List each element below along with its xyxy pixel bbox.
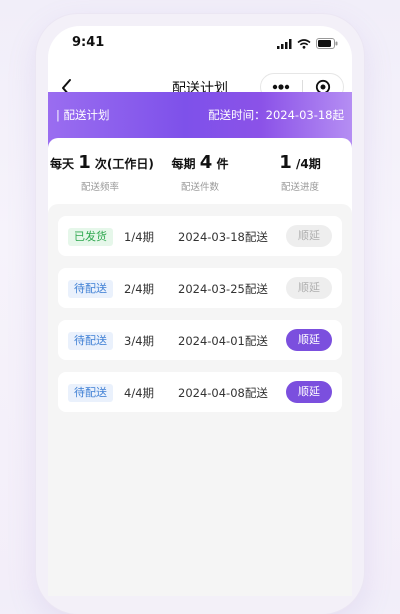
delivery-period: 2/4期: [124, 282, 155, 296]
status-tag: 待配送: [68, 384, 113, 402]
stat-suffix: 次(工作日): [94, 157, 154, 171]
delivery-row: 待配送 3/4期 2024-04-01配送 顺延: [58, 320, 342, 360]
delivery-date: 2024-03-25配送: [178, 282, 268, 296]
stat-progress: 1 /4期 配送进度: [250, 152, 350, 193]
stat-value: 每天 1 次(工作日): [50, 152, 154, 173]
postpone-button[interactable]: 顺延: [286, 329, 332, 351]
battery-icon: [316, 38, 338, 49]
banner-label: | 配送计划: [56, 108, 110, 122]
stat-prefix: 每期: [171, 157, 196, 171]
stat-value: 1 /4期: [250, 152, 350, 173]
delivery-row: 待配送 4/4期 2024-04-08配送 顺延: [58, 372, 342, 412]
stat-value: 每期 4 件: [150, 152, 250, 173]
delivery-date: 2024-04-01配送: [178, 334, 268, 348]
banner-date: 配送时间：2024-03-18起: [208, 108, 344, 122]
status-tag: 待配送: [68, 280, 113, 298]
status-icons: [277, 38, 338, 49]
stats-card: 每天 1 次(工作日) 配送频率 每期 4 件 配送件数 1 /4期 配送进度: [48, 138, 352, 214]
status-tag: 已发货: [68, 228, 113, 246]
stat-number: 4: [199, 152, 213, 173]
stat-caption: 配送进度: [280, 182, 319, 193]
delivery-period: 3/4期: [124, 334, 155, 348]
status-time: 9:41: [72, 35, 105, 50]
wifi-icon: [297, 38, 311, 49]
postpone-button[interactable]: 顺延: [286, 225, 332, 247]
stat-number: 1: [279, 152, 292, 173]
more-dots-icon: [273, 84, 290, 90]
stat-frequency: 每天 1 次(工作日) 配送频率: [50, 152, 154, 193]
delivery-list: 已发货 1/4期 2024-03-18配送 顺延 待配送 2/4期 2024-0…: [48, 204, 352, 596]
delivery-date: 2024-03-18配送: [178, 230, 268, 244]
delivery-row: 已发货 1/4期 2024-03-18配送 顺延: [58, 216, 342, 256]
status-bar: 9:41: [48, 26, 352, 60]
delivery-period: 4/4期: [124, 386, 155, 400]
postpone-button[interactable]: 顺延: [286, 277, 332, 299]
status-tag: 待配送: [68, 332, 113, 350]
stat-items: 每期 4 件 配送件数: [150, 152, 250, 193]
stat-suffix: /4期: [295, 157, 321, 171]
app-screen: 9:41 配送计划 | 配送计划 配送时间：2024-03-18起 每天 1 次…: [48, 26, 352, 596]
stat-caption: 配送频率: [80, 182, 119, 193]
stat-prefix: 每天: [50, 157, 75, 171]
delivery-date: 2024-04-08配送: [178, 386, 268, 400]
signal-icon: [277, 38, 292, 49]
stat-suffix: 件: [216, 157, 229, 171]
stat-caption: 配送件数: [180, 182, 219, 193]
postpone-button[interactable]: 顺延: [286, 381, 332, 403]
stat-number: 1: [78, 152, 91, 173]
delivery-row: 待配送 2/4期 2024-03-25配送 顺延: [58, 268, 342, 308]
delivery-period: 1/4期: [124, 230, 155, 244]
